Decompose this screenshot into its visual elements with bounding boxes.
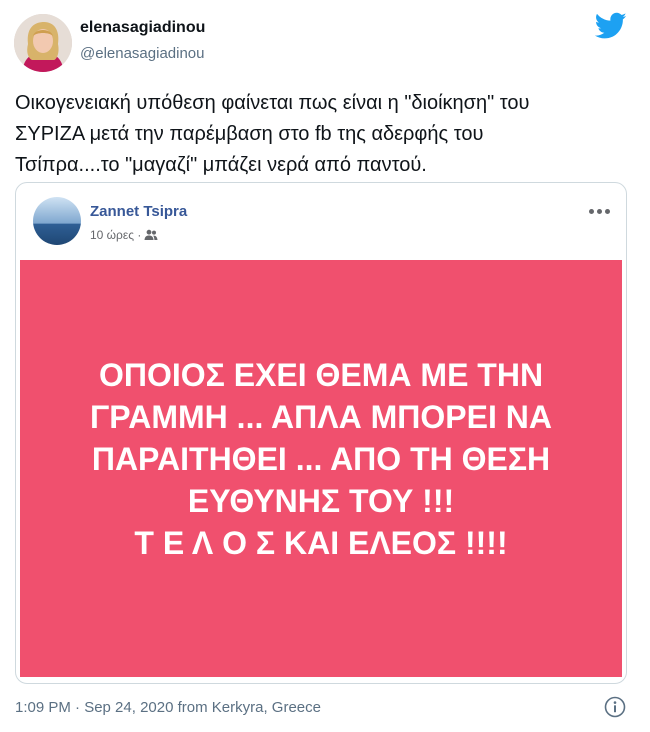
tweet-text: Οικογενειακή υπόθεση φαίνεται πως είναι … <box>15 92 530 176</box>
tweet-card: elenasagiadinou @elenasagiadinou Οικογεν… <box>0 0 650 732</box>
user-handle[interactable]: @elenasagiadinou <box>80 45 205 62</box>
embedded-post-image: ΟΠΟΙΟΣ ΕΧΕΙ ΘΕΜΑ ΜΕ ΤΗΝ ΓΡΑΜΜΗ ... ΑΠΛΑ … <box>20 260 622 677</box>
twitter-bird-icon[interactable] <box>595 12 627 40</box>
friends-icon <box>144 229 158 240</box>
embedded-post-meta: 10 ώρες · <box>90 228 158 242</box>
embedded-post-text: ΟΠΟΙΟΣ ΕΧΕΙ ΘΕΜΑ ΜΕ ΤΗΝ ΓΡΑΜΜΗ ... ΑΠΛΑ … <box>90 356 552 561</box>
embedded-author-avatar[interactable] <box>33 197 81 245</box>
info-icon[interactable] <box>604 696 626 718</box>
user-avatar[interactable] <box>14 14 72 72</box>
display-name[interactable]: elenasagiadinou <box>80 19 205 37</box>
more-options-icon[interactable] <box>589 209 610 214</box>
embedded-author-name[interactable]: Zannet Tsipra <box>90 203 187 220</box>
embedded-time-ago[interactable]: 10 ώρες · <box>90 228 141 242</box>
embedded-post-card[interactable]: Zannet Tsipra 10 ώρες · ΟΠΟΙΟΣ ΕΧΕΙ ΘΕΜΑ… <box>15 182 627 684</box>
tweet-timestamp[interactable]: 1:09 PM · Sep 24, 2020 from Kerkyra, Gre… <box>15 699 321 716</box>
